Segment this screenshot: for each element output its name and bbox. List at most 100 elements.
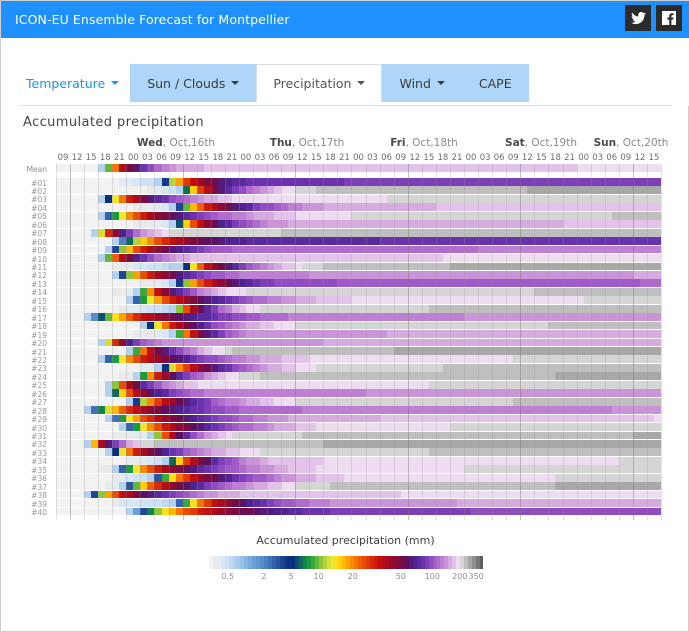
facebook-icon[interactable] (656, 5, 682, 31)
tab-list: Temperature Sun / Clouds Precipitation Wind… (19, 64, 529, 102)
hour-tick-label: 12 (634, 153, 646, 163)
twitter-icon[interactable] (625, 5, 651, 31)
day-date: Oct,16th (169, 137, 216, 149)
hour-tick-label: 15 (198, 153, 210, 163)
heatmap-cell (653, 287, 661, 296)
day-label: Wed, Oct,16th (136, 137, 216, 149)
hour-tick-label: 12 (409, 153, 421, 163)
colorbar-tick-label: 20 (347, 572, 358, 581)
hour-tick-label: 18 (212, 153, 224, 163)
tab-bar: Temperature Sun / Clouds Precipitation Wind… (1, 38, 689, 106)
heatmap-cell (653, 482, 661, 491)
tab-label: Temperature (26, 75, 106, 91)
heatmap-cell (653, 304, 661, 313)
hour-tick-label: 15 (423, 153, 435, 163)
heatmap-cell (653, 262, 661, 271)
day-weekday: Sun (593, 137, 617, 149)
hour-tick-label: 18 (437, 153, 449, 163)
hour-tick-label: 06 (381, 153, 393, 163)
heatmap-cell (653, 389, 661, 398)
heatmap-cell (653, 270, 661, 279)
hour-tick-label: 12 (184, 153, 196, 163)
day-label: Thu, Oct,17th (269, 137, 345, 149)
heatmap-cell (653, 220, 661, 229)
hour-tick-label: 09 (282, 153, 294, 163)
hour-tick-label: 09 (507, 153, 519, 163)
title-bar: ICON-EU Ensemble Forecast for Montpellie… (1, 1, 689, 38)
hour-tick-label: 21 (226, 153, 238, 163)
hour-tick-label: 18 (99, 153, 111, 163)
day-date: Oct,20th (622, 137, 669, 149)
tab-cape[interactable]: CAPE (461, 64, 529, 102)
hour-tick-label: 03 (254, 153, 266, 163)
hour-tick-label: 06 (493, 153, 505, 163)
tab-temperature[interactable]: Temperature (19, 64, 130, 102)
colorbar-tick-label: 10 (313, 572, 324, 581)
colorbar-swatch (479, 556, 483, 569)
hour-tick-label: 00 (240, 153, 252, 163)
hour-tick-label: 00 (578, 153, 590, 163)
day-date: Oct,19th (531, 137, 577, 149)
tab-label: Precipitation (273, 75, 352, 91)
hour-tick-label: 00 (353, 153, 364, 163)
hour-tick-label: 03 (367, 153, 378, 163)
chevron-down-icon (111, 81, 120, 85)
colorbar-tick-label: 2 (261, 572, 267, 581)
hour-tick-label: 03 (142, 153, 153, 163)
hour-tick-label: 21 (451, 153, 463, 163)
hour-tick-label: 00 (465, 153, 477, 163)
heatmap-cell (653, 499, 661, 507)
tab-wind[interactable]: Wind (382, 64, 462, 102)
tab-precipitation[interactable]: Precipitation (256, 64, 383, 102)
heatmap-cell (653, 363, 661, 372)
colorbar-tick-label: 350 (468, 572, 484, 581)
heatmap-cell (653, 347, 661, 355)
heatmap-cell (653, 355, 661, 364)
tab-underline (19, 105, 672, 106)
hour-tick-label: 06 (606, 153, 618, 163)
day-weekday: Wed (136, 137, 163, 149)
heatmap-cell (653, 194, 661, 203)
day-label: Sun, Oct,20th (593, 137, 669, 149)
heatmap-cell (653, 431, 661, 440)
heatmap-cell (653, 330, 661, 338)
hour-tick-label: 21 (113, 153, 125, 163)
gridline-vertical (661, 164, 662, 520)
colorbar (209, 556, 483, 569)
row-label-mean: Mean (26, 165, 47, 174)
app-window: ICON-EU Ensemble Forecast for Montpellie… (0, 0, 689, 632)
page-title: ICON-EU Ensemble Forecast for Montpellie… (15, 12, 290, 27)
hour-tick-label: 09 (395, 153, 407, 163)
hour-tick-label: 03 (592, 153, 604, 163)
social-links (625, 5, 682, 31)
day-weekday: Sat (505, 137, 525, 149)
heatmap-cell (653, 211, 661, 220)
tab-sun-clouds[interactable]: Sun / Clouds (130, 64, 257, 102)
heatmap-cell (653, 397, 661, 406)
hour-tick-label: 03 (479, 153, 491, 163)
colorbar-legend: Accumulated precipitation (mm) 0.5 2 5 10 20… (1, 534, 689, 598)
colorbar-tick-label: 50 (395, 572, 406, 581)
heatmap-cell (653, 456, 661, 465)
heatmap-cell (653, 372, 661, 381)
heatmap-cell (653, 473, 661, 482)
hour-tick-label: 09 (170, 153, 181, 163)
heatmap-cell (653, 203, 661, 212)
hour-tick-label: 06 (156, 153, 167, 163)
hour-tick-label: 12 (296, 153, 308, 163)
day-label: Sat, Oct,19th (505, 137, 577, 149)
hour-tick-label: 15 (310, 153, 322, 163)
day-date: Oct,18th (412, 137, 458, 149)
colorbar-tick-label: 5 (288, 572, 294, 581)
heatmap-cell (653, 465, 661, 474)
chevron-down-icon (231, 81, 240, 85)
precipitation-heatmap[interactable] (56, 164, 662, 520)
heatmap-cell (653, 178, 661, 186)
row-label-axis: Mean #01 #02 #03 #04 #05 #06 #07 #08 #09 #10 #11 #12… (1, 164, 53, 524)
hour-tick-label: 06 (268, 153, 280, 163)
hour-tick-label: 15 (535, 153, 547, 163)
heatmap-cell (653, 186, 661, 195)
heatmap-cell (653, 507, 661, 516)
heatmap-cell (653, 313, 661, 322)
tab-label: Wind (399, 75, 431, 91)
